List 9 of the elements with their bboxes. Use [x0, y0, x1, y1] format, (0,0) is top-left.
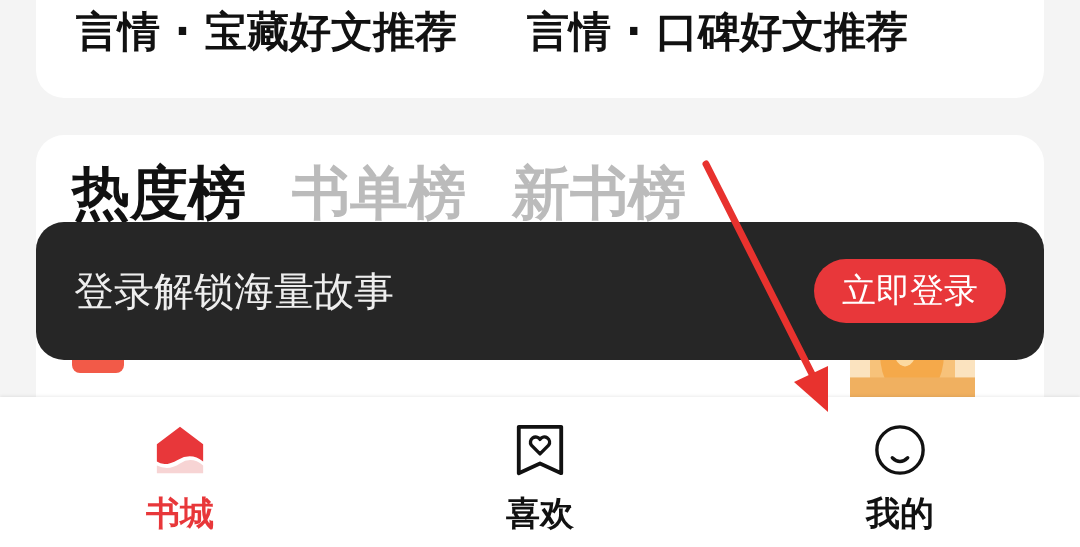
login-button[interactable]: 立即登录: [814, 259, 1006, 323]
nav-tab[interactable]: 书城: [0, 397, 360, 547]
nav-tab[interactable]: 喜欢: [360, 397, 720, 547]
nav-tab[interactable]: 我的: [720, 397, 1080, 547]
category-link[interactable]: 言情 · 宝藏好文推荐: [76, 4, 458, 60]
category-link[interactable]: 言情 · 口碑好文推荐: [527, 4, 909, 60]
ranking-tab[interactable]: 热度榜: [72, 163, 246, 223]
login-message: 登录解锁海量故事: [74, 266, 394, 316]
smiley-face-icon: [873, 423, 927, 477]
